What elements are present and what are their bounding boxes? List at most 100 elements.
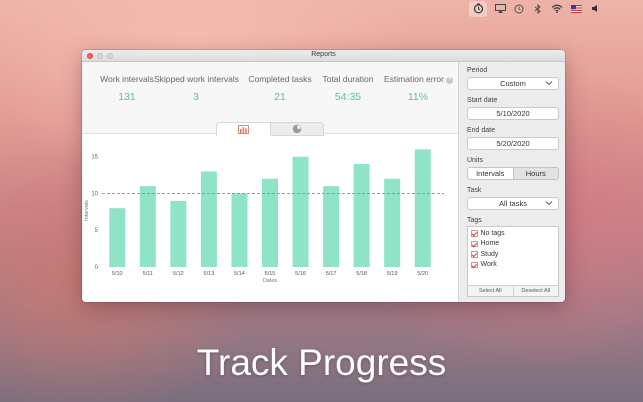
stat-total-duration: Total duration 54:35 xyxy=(320,74,376,103)
x-tick-label: 5/13 xyxy=(204,271,215,277)
stat-value: 131 xyxy=(118,91,136,103)
bar-chart-icon xyxy=(237,124,249,134)
bar xyxy=(353,164,370,267)
x-tick-label: 5/17 xyxy=(326,271,337,277)
task-value: All tasks xyxy=(499,199,527,208)
bar xyxy=(231,193,248,267)
tag-label: No tags xyxy=(480,229,505,237)
bar xyxy=(262,178,278,267)
tags-list: No tags Home Study Work Select All Desel… xyxy=(467,226,559,297)
y-tick-label: 0 xyxy=(95,265,99,271)
stat-estimation-error: Estimation error? 11% xyxy=(384,74,453,103)
bar xyxy=(109,208,126,267)
x-tick-label: 5/11 xyxy=(143,271,153,277)
select-all-button[interactable]: Select All xyxy=(468,286,513,296)
units-label: Units xyxy=(467,157,483,164)
period-select[interactable]: Custom xyxy=(467,77,559,90)
units-hours-option[interactable]: Hours xyxy=(512,168,558,179)
bar xyxy=(170,200,187,267)
x-tick-label: 5/19 xyxy=(387,271,398,277)
stat-value: 11% xyxy=(407,91,429,103)
end-date-field[interactable]: 5/20/2020 xyxy=(467,137,559,150)
x-tick-label: 5/16 xyxy=(295,271,306,277)
tag-item-work[interactable]: Work xyxy=(468,260,558,271)
end-date-label: End date xyxy=(467,127,496,134)
wifi-icon[interactable] xyxy=(551,3,563,15)
stat-completed-tasks: Completed tasks 21 xyxy=(246,74,314,103)
start-date-value: 5/10/2020 xyxy=(496,109,530,118)
chevron-down-icon xyxy=(545,81,553,86)
intervals-bar-chart: 0 5 10 15 Intervals 5/10 5/11 5/12 5/13 5/14 5/15 5… xyxy=(84,149,444,284)
tag-checkbox[interactable] xyxy=(471,251,478,258)
chevron-down-icon xyxy=(545,201,553,206)
stat-value: 3 xyxy=(193,91,199,103)
period-value: Custom xyxy=(500,79,526,88)
airplay-icon[interactable] xyxy=(494,3,506,15)
input-source-flag-icon[interactable] xyxy=(570,3,582,15)
x-tick-label: 5/20 xyxy=(417,271,428,277)
units-intervals-option[interactable]: Intervals xyxy=(468,168,513,179)
tags-footer: Select All Deselect All xyxy=(468,285,558,296)
chart-type-tabs xyxy=(216,122,324,136)
x-tick-label: 5/10 xyxy=(112,271,123,277)
tag-label: Study xyxy=(480,250,499,258)
tag-label: Work xyxy=(480,261,497,269)
bar xyxy=(292,156,309,267)
title-bar: Reports xyxy=(82,50,565,62)
tab-bar-chart[interactable] xyxy=(216,122,271,136)
bar xyxy=(200,171,217,267)
start-date-label: Start date xyxy=(467,97,498,104)
tab-pie-chart[interactable] xyxy=(270,122,324,136)
stat-label-wrap: Estimation error? xyxy=(384,74,453,84)
stat-value: 21 xyxy=(274,91,286,103)
tag-item-no-tags[interactable]: No tags xyxy=(468,228,558,239)
stat-label: Total duration xyxy=(322,74,374,84)
bluetooth-icon[interactable] xyxy=(532,3,544,15)
end-date-value: 5/20/2020 xyxy=(496,139,530,148)
x-tick-label: 5/15 xyxy=(265,271,276,277)
tag-item-study[interactable]: Study xyxy=(468,249,558,260)
task-select[interactable]: All tasks xyxy=(467,197,559,210)
stat-label: Skipped work intervals xyxy=(154,74,240,84)
stat-skipped-intervals: Skipped work intervals 3 xyxy=(154,74,240,103)
bar xyxy=(323,186,340,267)
help-icon[interactable]: ? xyxy=(446,77,453,84)
tag-checkbox[interactable] xyxy=(471,261,478,268)
stat-value: 54:35 xyxy=(334,91,362,103)
bar xyxy=(139,186,156,267)
x-tick-label: 5/14 xyxy=(234,271,245,277)
tags-label: Tags xyxy=(467,217,482,224)
tag-item-home[interactable]: Home xyxy=(468,239,558,250)
stat-label: Completed tasks xyxy=(248,74,312,84)
stat-work-intervals: Work intervals 131 xyxy=(91,74,163,103)
pie-chart-icon xyxy=(292,124,302,134)
y-axis-label: Intervals xyxy=(84,200,90,221)
x-axis-label: Dates xyxy=(263,278,278,284)
units-segmented-control: Intervals Hours xyxy=(467,167,559,180)
timer-app-menu-icon[interactable] xyxy=(469,0,487,17)
menu-bar xyxy=(0,0,643,17)
menu-extras xyxy=(469,0,601,17)
y-tick-label: 5 xyxy=(95,228,99,234)
task-label: Task xyxy=(467,187,482,194)
stat-label: Work intervals xyxy=(100,74,154,84)
reports-window: Reports Work intervals 131 Skipped work … xyxy=(82,50,565,302)
y-tick-label: 15 xyxy=(91,155,98,161)
window-title: Reports xyxy=(311,51,336,58)
y-tick-label: 10 xyxy=(91,191,98,197)
tag-label: Home xyxy=(480,240,500,248)
period-label: Period xyxy=(467,67,488,74)
bar xyxy=(414,149,431,267)
tag-checkbox[interactable] xyxy=(471,240,478,247)
bar xyxy=(384,178,401,267)
marketing-headline: Track Progress xyxy=(196,342,447,383)
x-tick-label: 5/12 xyxy=(173,271,184,277)
time-machine-icon[interactable] xyxy=(513,3,525,15)
report-main-panel: Work intervals 131 Skipped work interval… xyxy=(82,62,458,302)
volume-icon[interactable] xyxy=(589,3,601,15)
filter-sidebar: Period Custom Start date 5/10/2020 End d… xyxy=(458,62,565,302)
stat-label: Estimation error xyxy=(384,74,444,84)
deselect-all-button[interactable]: Deselect All xyxy=(512,286,559,296)
start-date-field[interactable]: 5/10/2020 xyxy=(467,107,559,120)
tag-checkbox[interactable] xyxy=(471,230,478,237)
